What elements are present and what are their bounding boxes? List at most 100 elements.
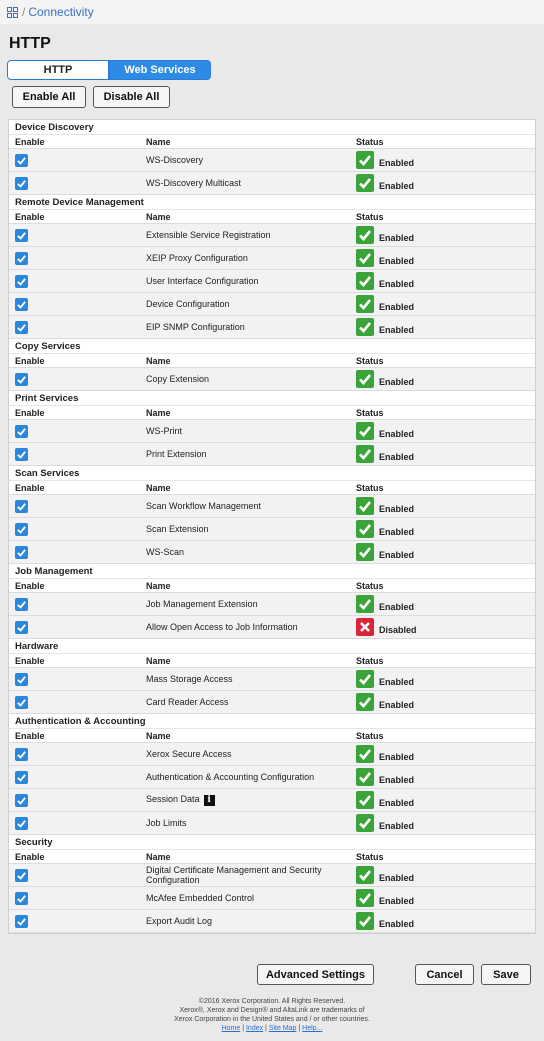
column-header-enable: Enable xyxy=(15,656,45,666)
enable-checkbox[interactable] xyxy=(15,372,28,386)
cancel-button[interactable]: Cancel xyxy=(415,964,474,985)
copyright-text: ©2016 Xerox Corporation. All Rights Rese… xyxy=(198,998,346,1005)
service-name: Authentication & Accounting Configuratio… xyxy=(146,772,315,782)
table-row: Authentication & Accounting Configuratio… xyxy=(9,766,535,789)
check-icon xyxy=(356,595,374,613)
status-cell: Enabled xyxy=(356,174,414,192)
footer-link-home[interactable]: Home xyxy=(222,1025,241,1032)
info-icon[interactable]: i xyxy=(203,794,215,806)
footer-link-index[interactable]: Index xyxy=(246,1025,263,1032)
enable-checkbox[interactable] xyxy=(15,320,28,334)
enable-all-button[interactable]: Enable All xyxy=(12,86,86,108)
enable-checkbox[interactable] xyxy=(15,747,28,761)
footer-link-help[interactable]: Help... xyxy=(302,1025,322,1032)
service-name: Session Data xyxy=(146,794,200,805)
section-title-remote-device-management: Remote Device Management xyxy=(9,195,535,210)
status-text: Enabled xyxy=(379,775,415,785)
footer-links: Home | Index | Site Map | Help... xyxy=(221,1025,323,1032)
status-text: Enabled xyxy=(379,325,415,335)
service-name-cell: Scan Extension xyxy=(146,524,351,534)
status-text: Enabled xyxy=(379,873,415,883)
service-name: WS-Discovery xyxy=(146,155,204,165)
web-services-table: Device Discovery Enable Name Status WS-Disco… xyxy=(8,119,536,934)
column-header-name: Name xyxy=(146,356,171,366)
tab-web-services[interactable]: Web Services xyxy=(109,60,211,80)
service-name: Export Audit Log xyxy=(146,916,213,926)
enable-checkbox[interactable] xyxy=(15,695,28,709)
enable-checkbox[interactable] xyxy=(15,251,28,265)
breadcrumb-connectivity-link[interactable]: Connectivity xyxy=(28,5,93,19)
column-header-name: Name xyxy=(146,137,171,147)
service-name-cell: User Interface Configuration xyxy=(146,276,351,286)
service-name: Extensible Service Registration xyxy=(146,230,271,240)
enable-checkbox[interactable] xyxy=(15,793,28,807)
enable-checkbox[interactable] xyxy=(15,499,28,513)
check-icon xyxy=(356,174,374,192)
service-name-cell: Digital Certificate Management and Secur… xyxy=(146,865,351,885)
service-name-cell: Authentication & Accounting Configuratio… xyxy=(146,772,351,782)
service-name-cell: Session Data i xyxy=(146,794,351,806)
service-name: WS-Discovery Multicast xyxy=(146,178,242,188)
tab-http[interactable]: HTTP xyxy=(7,60,109,80)
check-icon xyxy=(356,422,374,440)
enable-checkbox[interactable] xyxy=(15,447,28,461)
x-icon xyxy=(356,618,374,636)
check-icon xyxy=(356,520,374,538)
enable-checkbox[interactable] xyxy=(15,153,28,167)
disable-all-button[interactable]: Disable All xyxy=(93,86,170,108)
enable-checkbox[interactable] xyxy=(15,597,28,611)
enable-checkbox[interactable] xyxy=(15,176,28,190)
section-title-security: Security xyxy=(9,835,535,850)
status-cell: Enabled xyxy=(356,543,414,561)
section-title-job-management: Job Management xyxy=(9,564,535,579)
status-text: Enabled xyxy=(379,798,415,808)
footer: ©2016 Xerox Corporation. All Rights Rese… xyxy=(0,997,544,1033)
enable-checkbox[interactable] xyxy=(15,914,28,928)
enable-checkbox[interactable] xyxy=(15,770,28,784)
enable-checkbox[interactable] xyxy=(15,816,28,830)
status-cell: Enabled xyxy=(356,595,414,613)
enable-checkbox[interactable] xyxy=(15,672,28,686)
service-name: Mass Storage Access xyxy=(146,674,233,684)
enable-checkbox[interactable] xyxy=(15,891,28,905)
footer-link-site-map[interactable]: Site Map xyxy=(269,1025,297,1032)
save-button[interactable]: Save xyxy=(481,964,531,985)
table-row: Mass Storage Access Enabled xyxy=(9,668,535,691)
status-cell: Enabled xyxy=(356,745,414,763)
enable-checkbox[interactable] xyxy=(15,620,28,634)
enable-checkbox[interactable] xyxy=(15,274,28,288)
service-name: Job Management Extension xyxy=(146,599,258,609)
service-name: Job Limits xyxy=(146,818,187,828)
enable-checkbox[interactable] xyxy=(15,868,28,882)
section-title-copy-services: Copy Services xyxy=(9,339,535,354)
check-icon xyxy=(356,768,374,786)
check-icon xyxy=(356,445,374,463)
column-header-row: Enable Name Status xyxy=(9,135,535,149)
column-header-enable: Enable xyxy=(15,137,45,147)
service-name-cell: WS-Discovery Multicast xyxy=(146,178,351,188)
section-title-scan-services: Scan Services xyxy=(9,466,535,481)
service-name: Xerox Secure Access xyxy=(146,749,232,759)
trademark-text-2: Xerox Corporation in the United States a… xyxy=(174,1016,370,1023)
status-cell: Enabled xyxy=(356,422,414,440)
page-title: HTTP xyxy=(9,35,51,52)
status-text: Enabled xyxy=(379,181,415,191)
status-text: Enabled xyxy=(379,377,415,387)
column-header-row: Enable Name Status xyxy=(9,481,535,495)
status-cell: Enabled xyxy=(356,670,414,688)
enable-checkbox[interactable] xyxy=(15,545,28,559)
status-cell: Enabled xyxy=(356,318,414,336)
advanced-settings-button[interactable]: Advanced Settings xyxy=(257,964,374,985)
apps-grid-icon[interactable] xyxy=(7,6,18,18)
enable-checkbox[interactable] xyxy=(15,424,28,438)
table-row: Device Configuration Enabled xyxy=(9,293,535,316)
enable-checkbox[interactable] xyxy=(15,297,28,311)
status-text: Enabled xyxy=(379,302,415,312)
enable-checkbox[interactable] xyxy=(15,228,28,242)
status-cell: Enabled xyxy=(356,866,414,884)
enable-checkbox[interactable] xyxy=(15,522,28,536)
service-name: Scan Workflow Management xyxy=(146,501,261,511)
table-row: Xerox Secure Access Enabled xyxy=(9,743,535,766)
column-header-row: Enable Name Status xyxy=(9,729,535,743)
status-text: Enabled xyxy=(379,158,415,168)
